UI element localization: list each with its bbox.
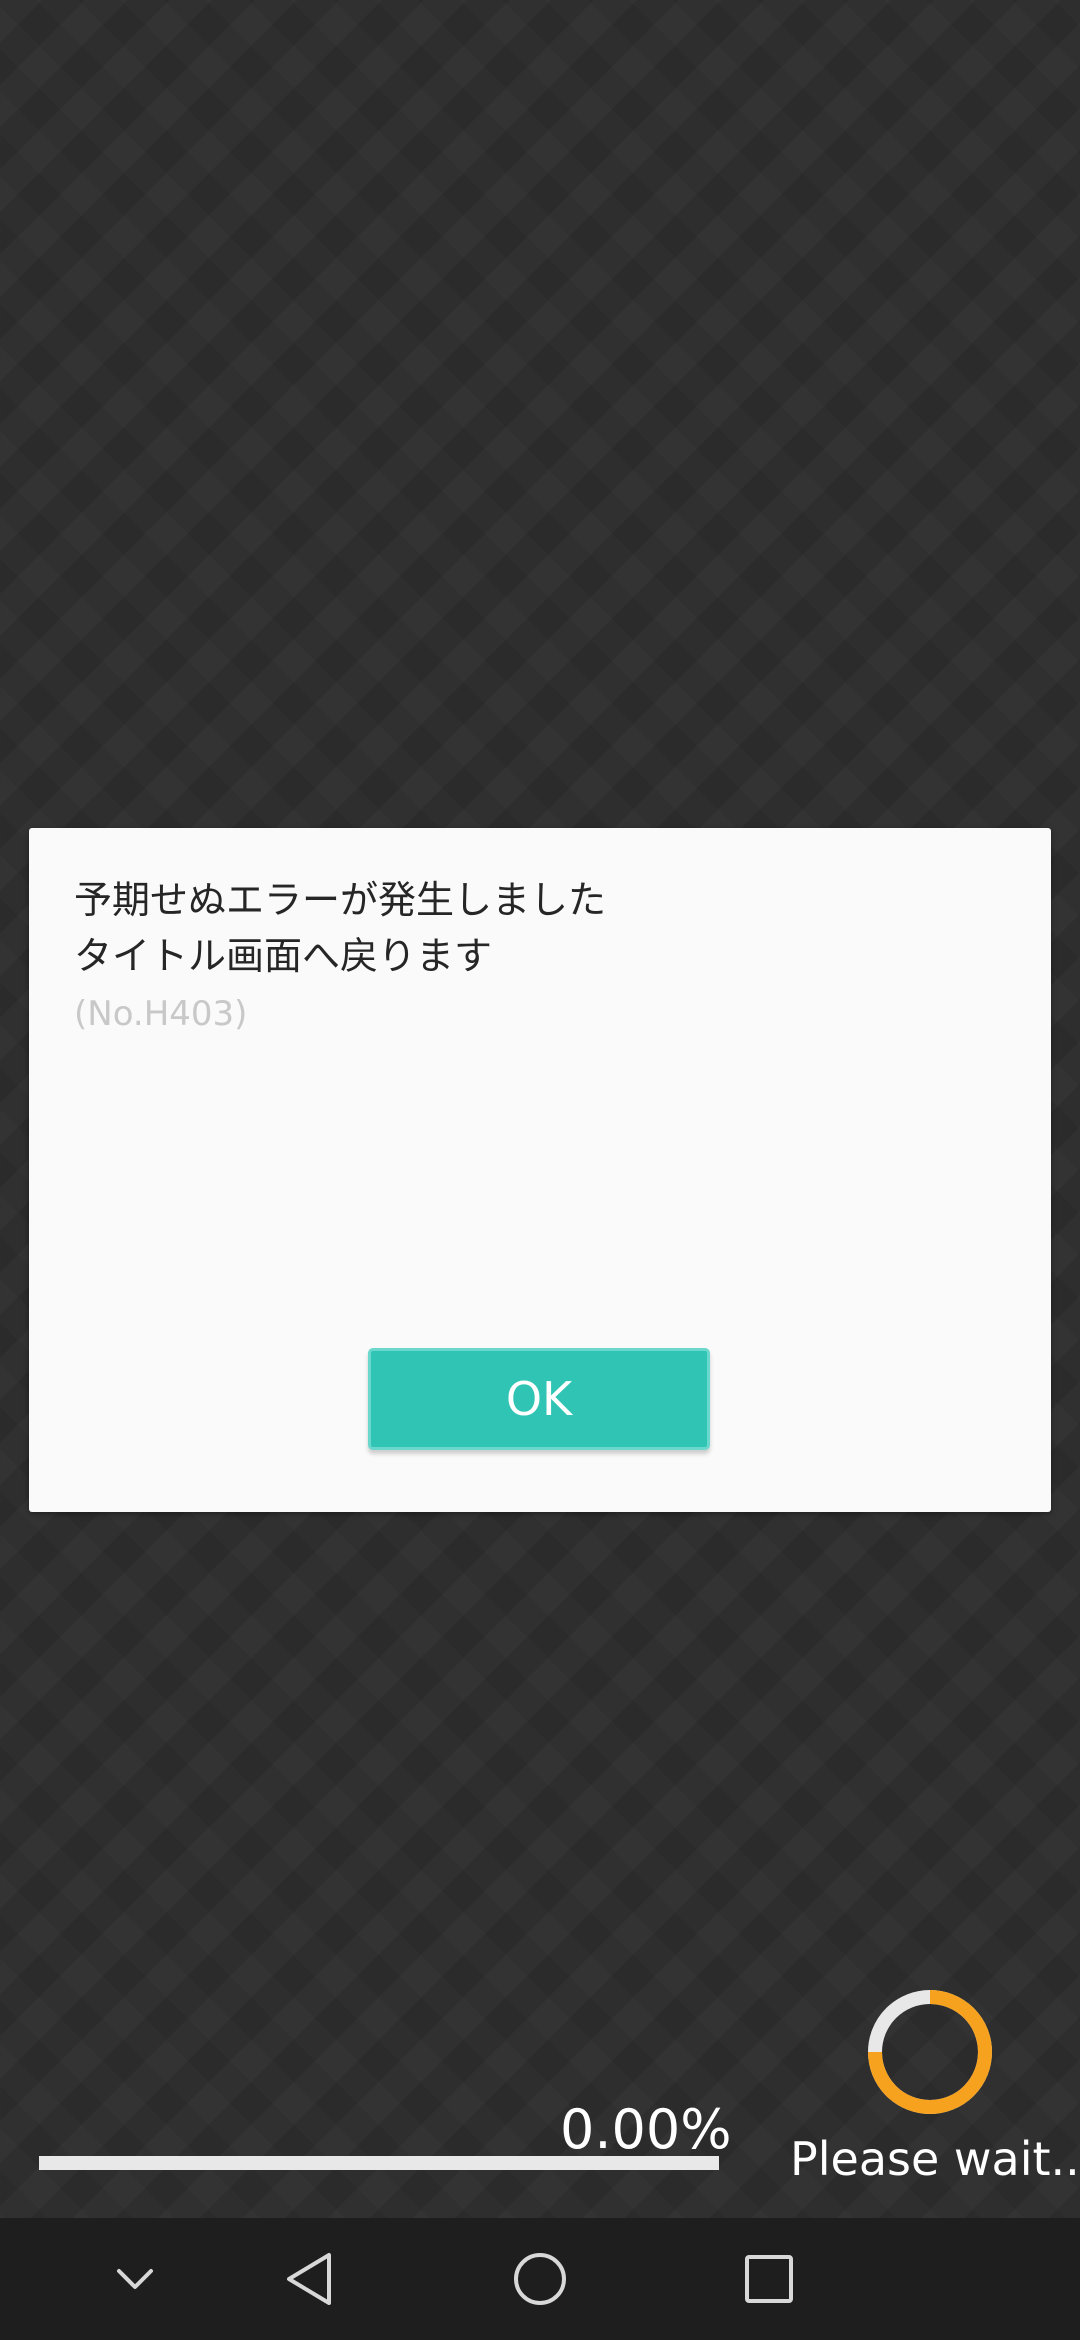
progress-bar bbox=[39, 2156, 719, 2170]
back-triangle-icon[interactable] bbox=[270, 2240, 348, 2318]
recents-square-icon[interactable] bbox=[730, 2240, 808, 2318]
error-message-line1: 予期せぬエラーが発生しました bbox=[74, 878, 607, 922]
ok-button[interactable]: OK bbox=[368, 1348, 710, 1450]
system-navigation-bar bbox=[0, 2218, 1080, 2340]
progress-percentage: 0.00% bbox=[560, 2098, 732, 2161]
home-circle-icon[interactable] bbox=[501, 2240, 579, 2318]
chevron-down-icon[interactable] bbox=[96, 2240, 174, 2318]
loading-spinner-icon bbox=[866, 1988, 994, 2116]
please-wait-label: Please wait... bbox=[790, 2132, 1080, 2186]
app-screen: 予期せぬエラーが発生しました タイトル画面へ戻ります (No.H403) OK … bbox=[0, 0, 1080, 2218]
error-dialog: 予期せぬエラーが発生しました タイトル画面へ戻ります (No.H403) OK bbox=[29, 828, 1051, 1512]
error-code: (No.H403) bbox=[74, 994, 248, 1034]
error-message-line2: タイトル画面へ戻ります bbox=[74, 934, 493, 978]
